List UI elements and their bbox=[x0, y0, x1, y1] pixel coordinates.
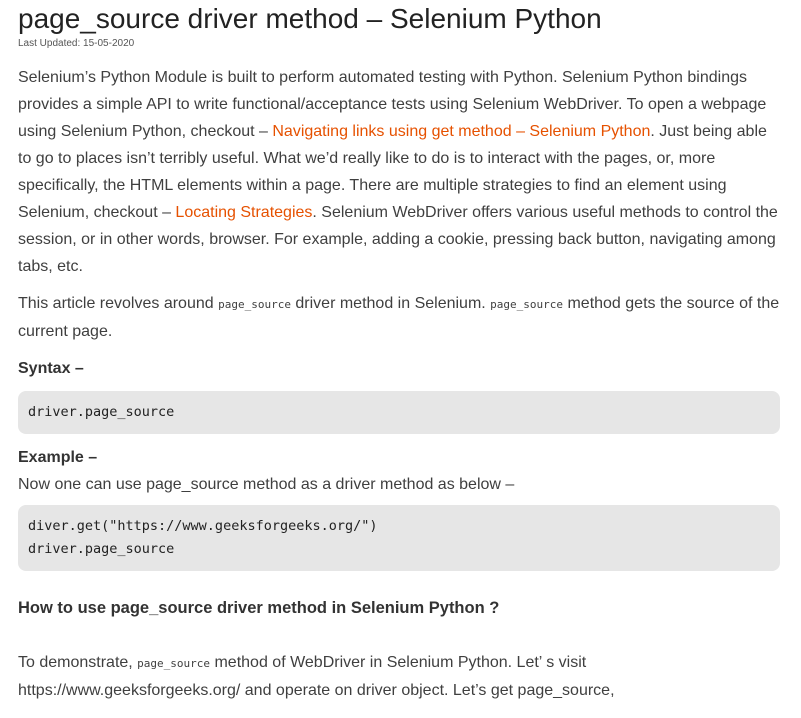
article: page_source driver method – Selenium Pyt… bbox=[0, 2, 801, 718]
inline-code-page-source: page_source bbox=[218, 298, 291, 311]
about-text-2: driver method in Selenium. bbox=[290, 295, 491, 312]
example-code-block: diver.get("https://www.geeksforgeeks.org… bbox=[18, 505, 780, 571]
syntax-code-block: driver.page_source bbox=[18, 391, 780, 434]
section-heading: How to use page_source driver method in … bbox=[18, 599, 500, 617]
about-text-1: This article revolves around bbox=[18, 295, 219, 312]
about-paragraph: This article revolves around page_source… bbox=[18, 290, 780, 345]
inline-code-page-source: page_source bbox=[137, 657, 211, 670]
last-updated: Last Updated: 15-05-2020 bbox=[18, 38, 135, 49]
example-text: Now one can use page_source method as a … bbox=[18, 476, 515, 493]
locating-strategies-link[interactable]: Locating Strategies bbox=[175, 204, 312, 221]
navigating-links-link[interactable]: Navigating links using get method – Sele… bbox=[272, 123, 650, 140]
inline-code-page-source: page_source bbox=[490, 298, 564, 311]
page-title: page_source driver method – Selenium Pyt… bbox=[18, 3, 602, 34]
demo-text-1: To demonstrate, bbox=[18, 654, 138, 671]
intro-paragraph: Selenium’s Python Module is built to per… bbox=[18, 64, 780, 280]
syntax-label: Syntax – bbox=[18, 360, 84, 377]
example-label: Example – bbox=[18, 449, 98, 466]
demo-paragraph: To demonstrate, page_source method of We… bbox=[18, 649, 780, 704]
